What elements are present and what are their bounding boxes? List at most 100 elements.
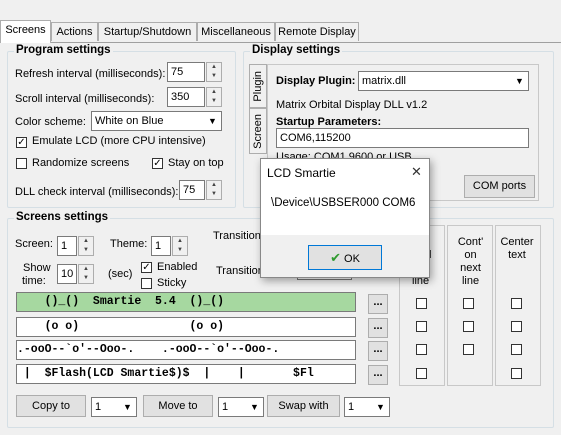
startup-parameters-label: Startup Parameters:: [276, 116, 382, 128]
line-2-options-button[interactable]: ...: [368, 318, 388, 338]
vtab-plugin-label: Plugin: [252, 71, 264, 102]
scroll-interval-input[interactable]: 350: [167, 87, 205, 107]
display-plugin-label: Display Plugin:: [276, 75, 356, 87]
column-continue-header-2: on: [464, 249, 477, 261]
column-center-header-2: text: [508, 249, 526, 261]
display-plugin-select[interactable]: matrix.dll ▼: [358, 71, 529, 91]
close-icon[interactable]: ✕: [411, 164, 422, 180]
partial-line-3-checkbox[interactable]: [416, 344, 427, 355]
ok-button[interactable]: ✔ OK: [308, 245, 382, 270]
color-scheme-value: White on Blue: [95, 115, 164, 127]
move-to-select[interactable]: 1 ▼: [218, 397, 264, 417]
chevron-down-icon[interactable]: ▼: [119, 398, 136, 416]
screen-line-4-input[interactable]: | $Flash(LCD Smartie$)$ | | $Fl: [16, 364, 356, 384]
line-1-options-button[interactable]: ...: [368, 294, 388, 314]
line-4-options-button[interactable]: ...: [368, 365, 388, 385]
spin-down-icon[interactable]: ▼: [79, 274, 93, 283]
copy-to-value: 1: [95, 401, 102, 413]
tab-screens[interactable]: Screens: [0, 20, 51, 43]
screen-number-spinner[interactable]: ▲ ▼: [78, 236, 94, 256]
refresh-interval-spinner[interactable]: ▲ ▼: [206, 62, 222, 82]
theme-number-input[interactable]: 1: [151, 236, 171, 256]
chevron-down-icon[interactable]: ▼: [511, 72, 528, 90]
dialog-titlebar: LCD Smartie ✕: [261, 159, 429, 185]
column-continue-header-3: next: [460, 262, 481, 274]
center-line-2-checkbox[interactable]: [511, 321, 522, 332]
randomize-screens-checkbox[interactable]: [16, 158, 27, 169]
randomize-screens-label: Randomize screens: [32, 157, 130, 169]
emulate-lcd-label: Emulate LCD (more CPU intensive): [32, 135, 206, 147]
enabled-checkbox[interactable]: ✓: [141, 262, 152, 273]
spin-down-icon[interactable]: ▼: [207, 72, 221, 81]
dll-check-input[interactable]: 75: [179, 180, 205, 200]
continue-line-3-checkbox[interactable]: [463, 344, 474, 355]
stay-on-top-label: Stay on top: [168, 157, 224, 169]
center-line-1-checkbox[interactable]: [511, 298, 522, 309]
screen-line-2-input[interactable]: (o o) (o o): [16, 317, 356, 337]
center-line-4-checkbox[interactable]: [511, 368, 522, 379]
copy-to-button[interactable]: Copy to: [16, 395, 86, 417]
tab-startup-shutdown[interactable]: Startup/Shutdown: [98, 22, 197, 41]
plugin-description: Matrix Orbital Display DLL v1.2: [276, 99, 428, 111]
vtab-screen[interactable]: Screen: [249, 108, 267, 154]
screen-line-3-input[interactable]: .-ooO--`o'--Ooo-. .-ooO--`o'--Ooo-.: [16, 340, 356, 360]
swap-with-value: 1: [348, 401, 355, 413]
show-time-input[interactable]: 10: [57, 264, 77, 284]
sec-label: (sec): [108, 268, 133, 280]
chevron-down-icon[interactable]: ▼: [246, 398, 263, 416]
tab-bar: Screens Actions Startup/Shutdown Miscell…: [0, 20, 561, 43]
scroll-interval-spinner[interactable]: ▲ ▼: [206, 87, 222, 107]
startup-parameters-input[interactable]: COM6,115200: [276, 128, 529, 148]
spin-up-icon[interactable]: ▲: [207, 88, 221, 97]
line-3-options-button[interactable]: ...: [368, 341, 388, 361]
scroll-interval-label: Scroll interval (milliseconds):: [15, 93, 155, 105]
partial-line-4-checkbox[interactable]: [416, 368, 427, 379]
continue-line-1-checkbox[interactable]: [463, 298, 474, 309]
dll-check-spinner[interactable]: ▲ ▼: [206, 180, 222, 200]
transition-label: Transition: [213, 230, 261, 242]
refresh-interval-input[interactable]: 75: [167, 62, 205, 82]
theme-label: Theme:: [110, 238, 148, 250]
spin-up-icon[interactable]: ▲: [173, 237, 187, 246]
theme-number-spinner[interactable]: ▲ ▼: [172, 236, 188, 256]
swap-with-select[interactable]: 1 ▼: [344, 397, 390, 417]
tab-remote-display[interactable]: Remote Display: [275, 22, 359, 41]
check-icon: ✔: [330, 250, 341, 265]
swap-with-button[interactable]: Swap with: [267, 395, 340, 417]
center-line-3-checkbox[interactable]: [511, 344, 522, 355]
display-settings-title: Display settings: [250, 44, 343, 56]
vtab-plugin[interactable]: Plugin: [249, 64, 267, 108]
move-to-button[interactable]: Move to: [143, 395, 213, 417]
tab-miscellaneous[interactable]: Miscellaneous: [197, 22, 275, 41]
com-ports-button[interactable]: COM ports: [464, 175, 535, 198]
spin-up-icon[interactable]: ▲: [207, 63, 221, 72]
sticky-checkbox[interactable]: [141, 278, 152, 289]
spin-down-icon[interactable]: ▼: [79, 246, 93, 255]
refresh-interval-label: Refresh interval (milliseconds):: [15, 68, 166, 80]
chevron-down-icon[interactable]: ▼: [372, 398, 389, 416]
partial-line-1-checkbox[interactable]: [416, 298, 427, 309]
spin-up-icon[interactable]: ▲: [79, 237, 93, 246]
spin-down-icon[interactable]: ▼: [207, 190, 221, 199]
partial-line-2-checkbox[interactable]: [416, 321, 427, 332]
spin-down-icon[interactable]: ▼: [173, 246, 187, 255]
screens-settings-title: Screens settings: [14, 211, 111, 223]
dialog-title: LCD Smartie: [267, 166, 336, 180]
dialog-message: \Device\USBSER000 COM6: [271, 197, 416, 209]
copy-to-select[interactable]: 1 ▼: [91, 397, 137, 417]
chevron-down-icon[interactable]: ▼: [204, 112, 221, 130]
spin-down-icon[interactable]: ▼: [207, 97, 221, 106]
color-scheme-select[interactable]: White on Blue ▼: [91, 111, 222, 131]
show-time-spinner[interactable]: ▲ ▼: [78, 264, 94, 284]
tab-actions[interactable]: Actions: [51, 22, 98, 41]
ok-label: OK: [344, 253, 360, 265]
lcd-smartie-dialog: LCD Smartie ✕ \Device\USBSER000 COM6 ✔ O…: [260, 158, 430, 278]
stay-on-top-checkbox[interactable]: ✓: [152, 158, 163, 169]
show-label: Show: [23, 262, 51, 274]
emulate-lcd-checkbox[interactable]: ✓: [16, 137, 27, 148]
spin-up-icon[interactable]: ▲: [79, 265, 93, 274]
screen-line-1-input[interactable]: ()_() Smartie 5.4 ()_(): [16, 292, 356, 312]
spin-up-icon[interactable]: ▲: [207, 181, 221, 190]
screen-number-input[interactable]: 1: [57, 236, 77, 256]
continue-line-2-checkbox[interactable]: [463, 321, 474, 332]
